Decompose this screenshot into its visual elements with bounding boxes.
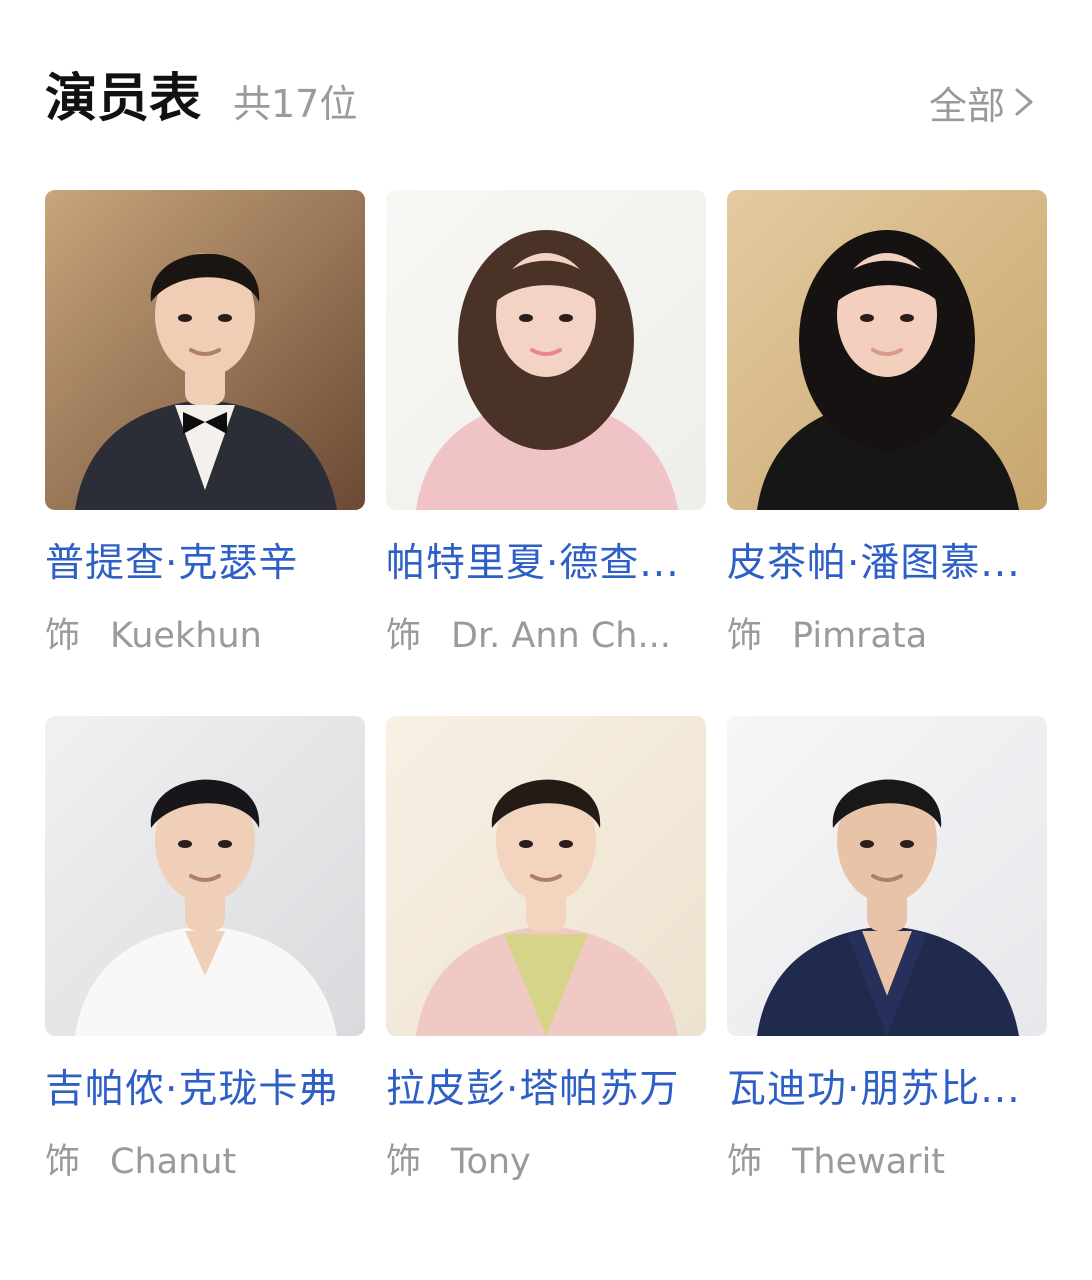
role-name: Kuekhun (110, 616, 262, 656)
role-name: Chanut (110, 1142, 237, 1182)
role-prefix: 饰 (45, 616, 81, 656)
role-line: 饰 Dr. Ann Ch... (386, 608, 708, 664)
role-line: 饰 Tony (386, 1134, 708, 1190)
actor-name[interactable]: 皮茶帕·潘图慕... (727, 536, 1049, 592)
actor-name[interactable]: 瓦迪功·朋苏比... (727, 1062, 1049, 1118)
actor-portrait-image (45, 190, 365, 510)
cast-card[interactable]: 普提查·克瑟辛 饰 Kuekhun (45, 190, 367, 690)
role-prefix: 饰 (386, 1142, 422, 1182)
role-name: Pimrata (792, 616, 928, 656)
actor-name[interactable]: 拉皮彭·塔帕苏万 (386, 1062, 708, 1118)
actor-photo[interactable] (727, 716, 1047, 1036)
cast-card[interactable]: 拉皮彭·塔帕苏万 饰 Tony (386, 716, 708, 1216)
actor-portrait-image (727, 716, 1047, 1036)
view-all-button[interactable]: 全部 (929, 72, 1037, 132)
actor-portrait-image (727, 190, 1047, 510)
role-line: 饰 Thewarit (727, 1134, 1049, 1190)
cast-card[interactable]: 吉帕侬·克珑卡弗 饰 Chanut (45, 716, 367, 1216)
role-prefix: 饰 (727, 616, 763, 656)
role-name: Dr. Ann Ch... (451, 616, 671, 656)
actor-name[interactable]: 普提查·克瑟辛 (45, 536, 367, 592)
section-title: 演员表 (45, 69, 202, 129)
cast-count: 共17位 (233, 82, 358, 126)
actor-portrait-image (386, 716, 706, 1036)
actor-name[interactable]: 帕特里夏·德查... (386, 536, 708, 592)
role-prefix: 饰 (45, 1142, 81, 1182)
actor-name[interactable]: 吉帕侬·克珑卡弗 (45, 1062, 367, 1118)
cast-card[interactable]: 帕特里夏·德查... 饰 Dr. Ann Ch... (386, 190, 708, 690)
role-name: Thewarit (792, 1142, 946, 1182)
actor-portrait-image (386, 190, 706, 510)
cast-header: 演员表 共17位 全部 (45, 62, 1037, 132)
actor-photo[interactable] (45, 716, 365, 1036)
cast-card[interactable]: 瓦迪功·朋苏比... 饰 Thewarit (727, 716, 1049, 1216)
role-line: 饰 Pimrata (727, 608, 1049, 664)
actor-portrait-image (45, 716, 365, 1036)
role-line: 饰 Kuekhun (45, 608, 367, 664)
actor-photo[interactable] (386, 190, 706, 510)
actor-photo[interactable] (386, 716, 706, 1036)
role-prefix: 饰 (727, 1142, 763, 1182)
view-all-label: 全部 (928, 83, 1005, 128)
actor-photo[interactable] (45, 190, 365, 510)
role-prefix: 饰 (386, 616, 422, 656)
role-name: Tony (451, 1142, 531, 1182)
chevron-right-icon (1015, 88, 1033, 116)
cast-card[interactable]: 皮茶帕·潘图慕... 饰 Pimrata (727, 190, 1049, 690)
actor-photo[interactable] (727, 190, 1047, 510)
role-line: 饰 Chanut (45, 1134, 367, 1190)
